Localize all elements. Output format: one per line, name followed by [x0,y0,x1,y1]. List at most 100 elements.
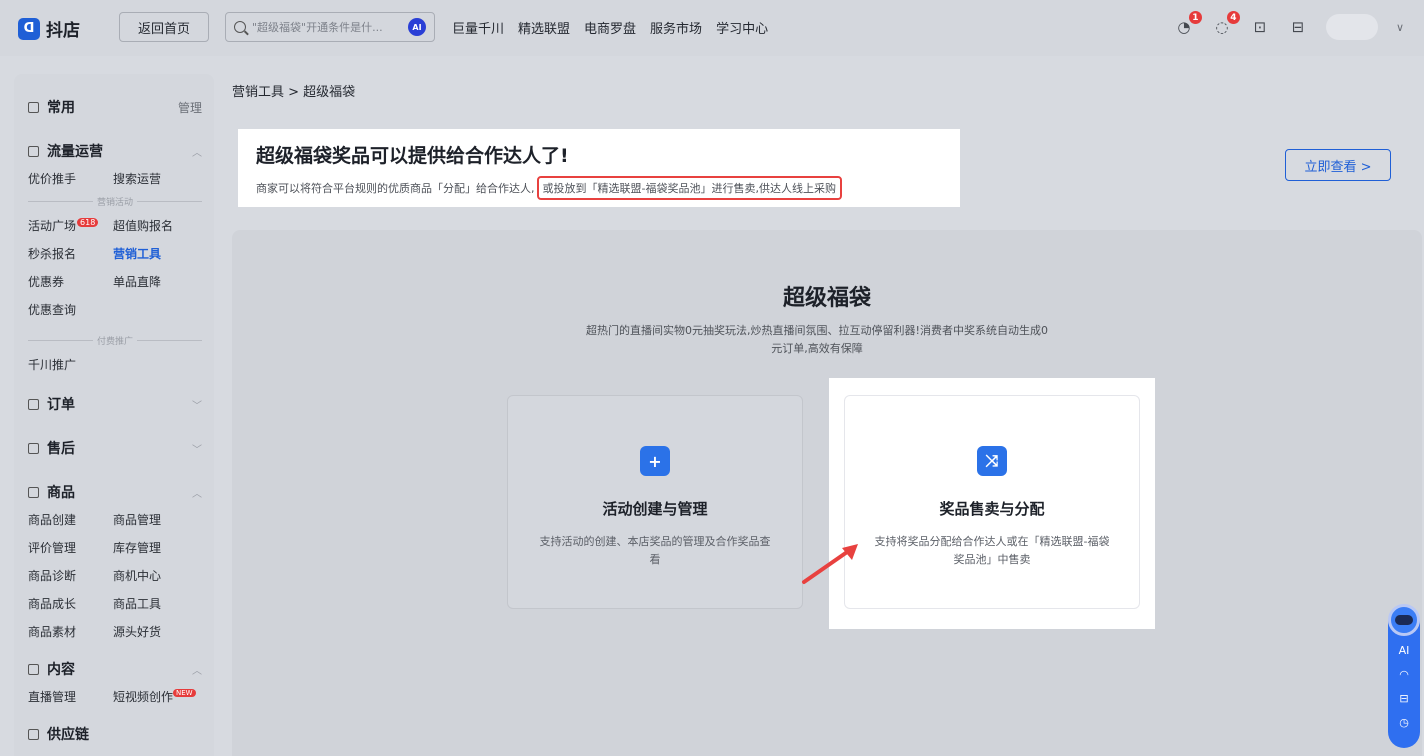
sidebar-section-content[interactable]: 内容 ︿ [28,656,202,682]
back-home-button[interactable]: 返回首页 [119,12,209,42]
sidebar-item[interactable]: 优惠券 [28,273,113,290]
search-icon [234,21,246,33]
banner-subtitle-text: 商家可以将符合平台规则的优质商品「分配」给合作达人, [256,182,535,195]
topnav-item[interactable]: 服务市场 [650,18,702,37]
feature-panel: 超级福袋 超热门的直播间实物0元抽奖玩法,炒热直播间氛围、拉互动停留利器!消费者… [232,230,1422,756]
sidebar-item[interactable]: 商品诊断 [28,567,113,584]
sidebar-item[interactable]: 源头好货 [113,623,198,640]
prize-sale-card[interactable]: ⤨ 奖品售卖与分配 支持将奖品分配给合作达人或在「精选联盟-福袋奖品池」中售卖 [844,395,1140,609]
sidebar-grid: 优价推手 搜索运营 [28,170,202,187]
card-title: 活动创建与管理 [602,500,708,518]
add-icon: + [640,446,670,476]
sidebar-item[interactable]: 评价管理 [28,539,113,556]
panel-description: 超热门的直播间实物0元抽奖玩法,炒热直播间氛围、拉互动停留利器!消费者中奖系统自… [586,324,1048,355]
sidebar-item-activity[interactable]: 活动广场 618 [28,217,113,234]
sidebar-item[interactable]: 商机中心 [113,567,198,584]
top-right-tools: ◔ 1 ◌ 4 ⊡ ⊟ ∨ [1174,11,1404,40]
card-description: 支持将奖品分配给合作达人或在「精选联盟-福袋奖品池」中售卖 [874,535,1110,566]
shuffle-bag-icon: ⤨ [977,446,1007,476]
topnav-item[interactable]: 精选联盟 [518,18,570,37]
logo-icon: ᗡ [18,17,40,40]
avatar[interactable] [1325,14,1378,40]
message-badge: 4 [1226,11,1240,24]
sidebar-item[interactable]: 商品管理 [113,511,198,528]
divider-paid: 付费推广 [28,334,202,347]
sidebar-item[interactable]: 商品创建 [28,511,113,528]
sidebar-item[interactable]: 超值购报名 [113,217,198,234]
sidebar: 常用 管理 流量运营 ︿ 优价推手 搜索运营 营销活动 活动广场 618 超值购报… [14,74,214,756]
topnav-item[interactable]: 学习中心 [716,18,768,37]
supply-icon [28,728,39,740]
sidebar-item[interactable]: 优惠查询 [28,301,113,318]
card-title: 奖品售卖与分配 [939,500,1045,518]
sidebar-section-orders[interactable]: 订单 ﹀ [28,391,202,417]
sidebar-section-traffic[interactable]: 流量运营 ︿ [28,138,202,164]
chevron-down-icon[interactable]: ﹀ [192,441,202,456]
chevron-down-icon[interactable]: ﹀ [192,397,202,412]
sidebar-grid: 直播管理 短视频创作 NEW [28,688,202,705]
search-input[interactable]: "超级福袋"开通条件是什... AI [225,12,435,42]
sidebar-item[interactable]: 商品素材 [28,623,113,640]
goods-icon [28,486,39,498]
new-badge: NEW [173,689,196,697]
download-icon[interactable]: ⊡ [1250,17,1270,37]
aftersale-icon [28,442,39,454]
banner-title: 超级福袋奖品可以提供给合作达人了! [256,145,569,167]
chevron-down-icon[interactable]: ∨ [1396,21,1404,34]
panel-title: 超级福袋 [782,286,871,311]
logo-text: 抖店 [46,21,80,41]
sidebar-section-aftersale[interactable]: 售后 ﹀ [28,435,202,461]
highlighted-text: 或投放到「精选联盟-福袋奖品池」进行售卖,供达人线上采购 [536,176,842,200]
sidebar-grid: 活动广场 618 超值购报名 秒杀报名 营销工具 优惠券 单品直降 优惠查询 [28,217,202,318]
headset-icon[interactable]: ◠ [1396,666,1412,682]
sidebar-item-label: 活动广场 [28,219,77,233]
activity-manage-card[interactable]: + 活动创建与管理 支持活动的创建、本店奖品的管理及合作奖品查看 [507,395,803,609]
sidebar-item-label: 短视频创作 [113,690,174,704]
topnav-item[interactable]: 巨量千川 [452,18,504,37]
sidebar-item[interactable]: 千川推广 [28,356,202,373]
print-icon[interactable]: ⊟ [1396,690,1412,706]
chevron-up-icon[interactable]: ︿ [192,144,202,159]
section-title: 商品 [47,485,75,501]
message-icon[interactable]: ◌ 4 [1212,11,1240,37]
content-icon [28,663,39,675]
manage-link[interactable]: 管理 [178,99,202,116]
robot-icon[interactable] [1388,604,1420,636]
sidebar-item[interactable]: 商品成长 [28,595,113,612]
sidebar-grid: 商品创建 商品管理 评价管理 库存管理 商品诊断 商机中心 商品成长 商品工具 … [28,511,202,640]
sidebar-item[interactable]: 搜索运营 [113,170,198,187]
sidebar-item[interactable]: 库存管理 [113,539,198,556]
notification-badge: 1 [1188,11,1202,24]
bell-icon[interactable]: ◔ 1 [1174,11,1202,37]
view-now-button[interactable]: 立即查看 > [1285,149,1391,181]
store-icon[interactable]: ⊟ [1288,17,1308,37]
sidebar-section-goods[interactable]: 商品 ︿ [28,479,202,505]
sidebar-section-common[interactable]: 常用 管理 [28,94,202,120]
chevron-up-icon[interactable]: ︿ [192,485,202,500]
section-title: 内容 [47,662,75,678]
divider-marketing: 营销活动 [28,195,202,208]
banner-subtitle: 商家可以将符合平台规则的优质商品「分配」给合作达人, 或投放到「精选联盟-福袋奖… [256,176,942,200]
clock-icon[interactable]: ◷ [1396,714,1412,730]
sidebar-item[interactable]: 优价推手 [28,170,113,187]
order-icon [28,398,39,410]
sidebar-item[interactable]: 秒杀报名 [28,245,113,262]
618-badge: 618 [77,218,99,227]
sidebar-item-active[interactable]: 营销工具 [113,245,198,262]
card-description: 支持活动的创建、本店奖品的管理及合作奖品查看 [539,535,771,566]
sidebar-item[interactable]: 单品直降 [113,273,198,290]
logo[interactable]: ᗡ 抖店 [18,16,80,41]
sidebar-section-supply[interactable]: 供应链 [28,721,202,747]
sidebar-item[interactable]: 直播管理 [28,688,113,705]
section-title: 供应链 [47,727,89,743]
section-title: 常用 [47,100,75,116]
promo-banner: 超级福袋奖品可以提供给合作达人了! 商家可以将符合平台规则的优质商品「分配」给合… [238,129,960,207]
chevron-up-icon[interactable]: ︿ [192,662,202,677]
annotation-arrow-icon [802,544,858,584]
section-title: 售后 [47,441,75,457]
ai-icon[interactable]: AI [408,18,426,36]
sidebar-item-video[interactable]: 短视频创作 NEW [113,688,198,705]
ai-assistant-button[interactable]: AI [1396,642,1412,658]
sidebar-item[interactable]: 商品工具 [113,595,198,612]
topnav-item[interactable]: 电商罗盘 [584,18,636,37]
